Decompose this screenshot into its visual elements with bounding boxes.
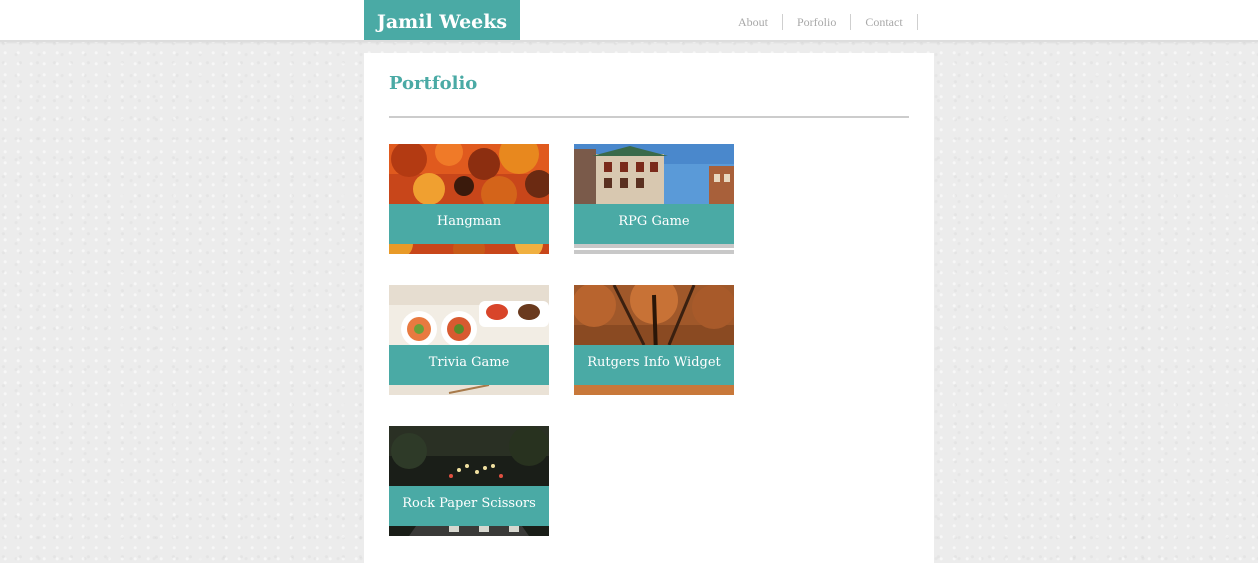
project-tile-rpg-game[interactable]: RPG Game <box>574 144 734 254</box>
project-tile-hangman[interactable]: Hangman <box>389 144 549 254</box>
project-label: RPG Game <box>574 204 734 244</box>
project-tile-rutgers-info-widget[interactable]: Rutgers Info Widget <box>574 285 734 395</box>
project-label: Hangman <box>389 204 549 244</box>
site-brand[interactable]: Jamil Weeks <box>364 0 520 40</box>
page-title: Portfolio <box>389 73 478 94</box>
title-divider <box>389 116 909 118</box>
nav-link-about[interactable]: About <box>724 14 783 30</box>
project-label: Trivia Game <box>389 345 549 385</box>
portfolio-panel: Portfolio Hangman RPG Game Trivia Game R… <box>364 53 934 563</box>
top-bar: Jamil Weeks About Porfolio Contact <box>0 0 1258 42</box>
nav-link-portfolio[interactable]: Porfolio <box>783 14 852 30</box>
nav-link-contact[interactable]: Contact <box>851 14 918 30</box>
project-label: Rock Paper Scissors <box>389 486 549 526</box>
project-tile-trivia-game[interactable]: Trivia Game <box>389 285 549 395</box>
main-nav: About Porfolio Contact <box>724 14 918 30</box>
project-tile-rock-paper-scissors[interactable]: Rock Paper Scissors <box>389 426 549 536</box>
project-label: Rutgers Info Widget <box>574 345 734 385</box>
